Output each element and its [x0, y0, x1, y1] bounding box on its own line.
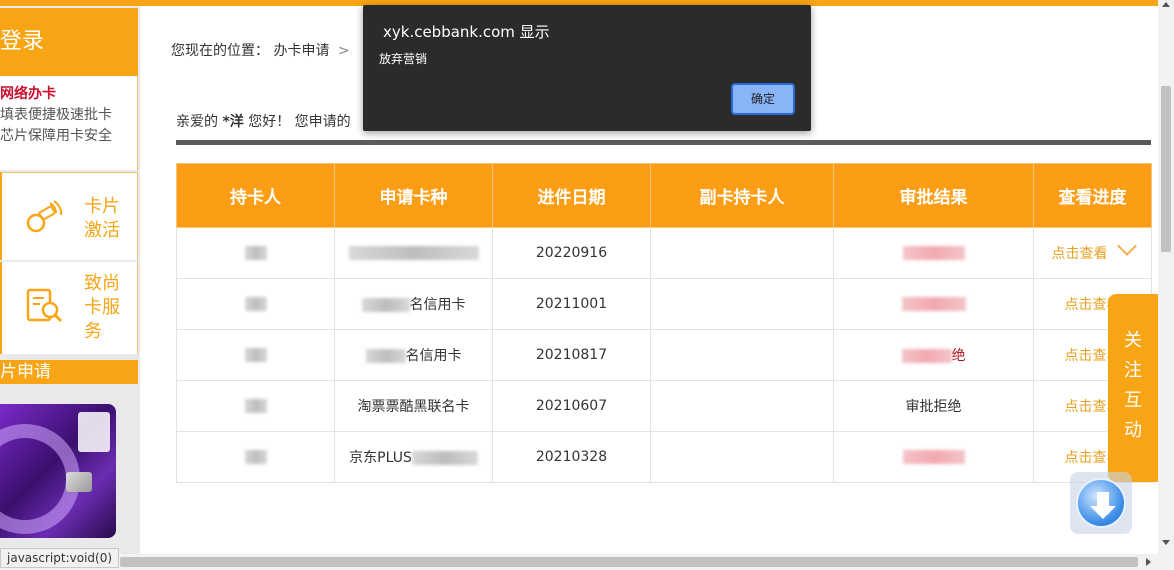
- cardholder-cell: [176, 380, 335, 432]
- header-result: 审批结果: [833, 163, 1034, 228]
- scroll-down-button[interactable]: [1070, 472, 1132, 534]
- card-apply-bar[interactable]: 片申请: [0, 360, 138, 384]
- view-progress-link[interactable]: 点击查看: [1052, 246, 1108, 262]
- card-type-cell: 名信用卡: [334, 278, 493, 330]
- card-service-label: 致尚卡服务: [84, 273, 120, 342]
- greeting-prefix: 亲爱的: [176, 114, 218, 130]
- result-cell: [833, 278, 1034, 330]
- section-divider: [176, 140, 1151, 145]
- confirm-button[interactable]: 确定: [731, 83, 795, 115]
- breadcrumb-separator: >: [337, 43, 350, 59]
- login-button[interactable]: 登录: [0, 8, 138, 76]
- unionpay-logo-icon: [78, 412, 110, 452]
- promo-line: 填表便捷极速批卡: [0, 107, 112, 123]
- greeting-text: 亲爱的 *洋 您好！ 您申请的: [176, 111, 351, 131]
- date-cell: 20211001: [492, 278, 651, 330]
- arrow-down-icon: [1076, 478, 1126, 528]
- document-search-icon: [26, 288, 63, 323]
- online-apply-promo[interactable]: 网络办卡 填表便捷极速批卡 芯片保障用卡安全: [0, 76, 138, 170]
- table-header-row: 持卡人 申请卡种 进件日期 副卡持卡人 审批结果 查看进度: [176, 163, 1152, 228]
- horizontal-scroll-thumb[interactable]: [120, 557, 1138, 567]
- card-type-cell: 淘票票酷黑联名卡: [334, 380, 493, 432]
- result-cell: [833, 227, 1034, 279]
- promo-title: 网络办卡: [0, 86, 56, 102]
- table-row: 20220916 点击查看: [176, 227, 1152, 279]
- scroll-down-arrow-icon[interactable]: [1162, 540, 1170, 545]
- credit-card-image[interactable]: [0, 404, 116, 538]
- dialog-title: xyk.cebbank.com 显示: [383, 23, 550, 41]
- header-card-type: 申请卡种: [334, 163, 493, 228]
- supplementary-cell: [650, 431, 834, 483]
- result-cell: 审批拒绝: [833, 380, 1034, 432]
- alert-dialog: xyk.cebbank.com 显示 放弃营销 确定: [363, 5, 811, 131]
- supplementary-cell: [650, 380, 834, 432]
- date-cell: 20220916: [492, 227, 651, 279]
- breadcrumb: 您现在的位置： 办卡申请 >: [171, 40, 350, 60]
- follow-label: 关注互动: [1124, 330, 1142, 441]
- cardholder-cell: [176, 431, 335, 483]
- chevron-down-icon[interactable]: [1116, 236, 1137, 256]
- header-date: 进件日期: [492, 163, 651, 228]
- supplementary-cell: [650, 278, 834, 330]
- breadcrumb-current[interactable]: 办卡申请: [273, 43, 329, 59]
- scroll-right-arrow-icon[interactable]: [1146, 558, 1151, 566]
- scroll-up-arrow-icon[interactable]: [1162, 2, 1170, 7]
- date-cell: 20210607: [492, 380, 651, 432]
- application-table: 持卡人 申请卡种 进件日期 副卡持卡人 审批结果 查看进度 20220916 点…: [176, 163, 1152, 483]
- breadcrumb-prefix: 您现在的位置：: [171, 43, 269, 59]
- card-service-link[interactable]: 致尚卡服务: [0, 262, 138, 354]
- vertical-scrollbar[interactable]: [1158, 0, 1174, 554]
- horizontal-scrollbar[interactable]: [0, 554, 1174, 570]
- dialog-message: 放弃营销: [379, 52, 428, 66]
- vertical-scroll-thumb[interactable]: [1161, 86, 1171, 252]
- date-cell: 20210328: [492, 431, 651, 483]
- table-row: 名信用卡 20211001 点击查看: [176, 278, 1152, 330]
- table-row: 名信用卡 20210817 绝 点击查看: [176, 329, 1152, 381]
- cardholder-cell: [176, 329, 335, 381]
- supplementary-cell: [650, 227, 834, 279]
- card-activate-icon: [26, 200, 63, 233]
- promo-line: 芯片保障用卡安全: [0, 128, 112, 144]
- header-progress: 查看进度: [1033, 163, 1152, 228]
- card-type-cell: 名信用卡: [334, 329, 493, 381]
- greeting-suffix: 您好！ 您申请的: [248, 114, 351, 130]
- header-supplementary: 副卡持卡人: [650, 163, 834, 228]
- card-type-cell: 京东PLUS: [334, 431, 493, 483]
- status-bar-url: javascript:void(0): [0, 548, 120, 568]
- card-activate-link[interactable]: 卡片激活: [0, 172, 138, 260]
- cardholder-cell: [176, 278, 335, 330]
- header-cardholder: 持卡人: [176, 163, 335, 228]
- table-row: 淘票票酷黑联名卡 20210607 审批拒绝 点击查看: [176, 380, 1152, 432]
- progress-cell: 点击查看: [1033, 227, 1152, 279]
- greeting-name: *洋: [222, 114, 244, 130]
- table-row: 京东PLUS 20210328 点击查看: [176, 431, 1152, 483]
- supplementary-cell: [650, 329, 834, 381]
- card-type-cell: [334, 227, 493, 279]
- sidebar: 登录 网络办卡 填表便捷极速批卡 芯片保障用卡安全 卡片激活 致尚卡服务 片申请: [0, 6, 140, 554]
- result-cell: 绝: [833, 329, 1034, 381]
- card-activate-label: 卡片激活: [84, 196, 120, 241]
- follow-interact-tab[interactable]: 关注互动: [1108, 294, 1158, 482]
- result-cell: [833, 431, 1034, 483]
- card-chip-icon: [66, 472, 92, 492]
- date-cell: 20210817: [492, 329, 651, 381]
- cardholder-cell: [176, 227, 335, 279]
